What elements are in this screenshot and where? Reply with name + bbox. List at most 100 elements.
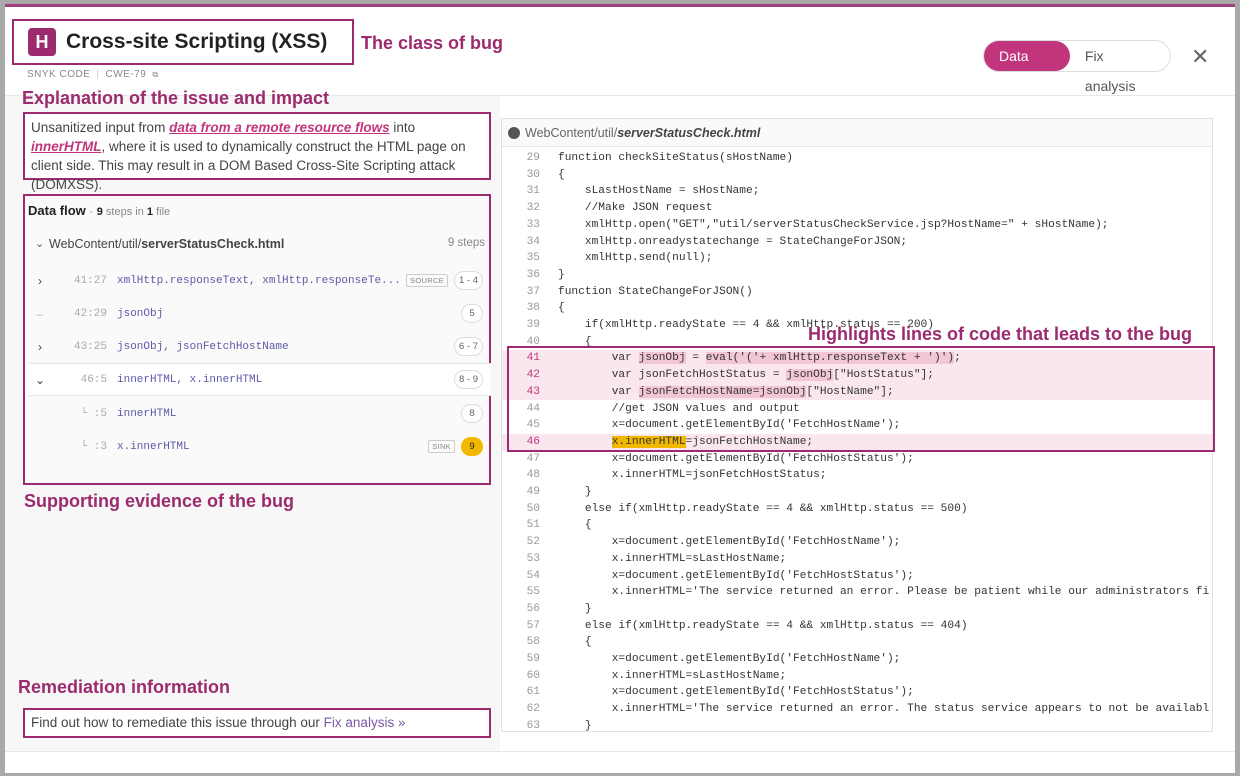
- annotation-remediation: Remediation information: [18, 677, 231, 697]
- line-code: }: [558, 268, 565, 281]
- issue-meta: SNYK CODE | CWE-79 ⧉: [27, 69, 159, 80]
- code-line: 60 x.innerHTML=sLastHostName;: [502, 668, 1212, 685]
- annotation-highlights: Highlights lines of code that leads to t…: [808, 324, 1193, 344]
- file-group-row[interactable]: ⌄ WebContent/util/serverStatusCheck.html…: [35, 237, 485, 251]
- modal-footer: [5, 751, 1235, 773]
- step-code: jsonObj: [117, 307, 164, 320]
- source-tag: SOURCE: [406, 274, 448, 287]
- line-code: else if(xmlHttp.readyState == 4 && xmlHt…: [558, 502, 968, 515]
- line-code: {: [558, 519, 592, 532]
- step-number: 5: [461, 304, 483, 323]
- data-flow-panel: Data flow · 9 steps in 1 file ⌄ WebConte…: [23, 194, 491, 485]
- step-position: └ :3: [80, 440, 107, 453]
- line-number: 61: [526, 686, 540, 699]
- annotation-class-of-bug: The class of bug: [361, 33, 504, 53]
- code-line: 31 sLastHostName = sHostName;: [502, 183, 1212, 200]
- line-number: 52: [526, 536, 540, 549]
- tab-fix-analysis[interactable]: Fix analysis: [1070, 41, 1170, 94]
- step-code: x.innerHTML: [117, 440, 190, 453]
- file-word: file: [156, 206, 171, 218]
- annotation-explanation: Explanation of the issue and impact: [22, 88, 330, 108]
- line-number: 49: [526, 486, 540, 498]
- severity-high-badge: H: [28, 28, 56, 56]
- issue-explanation: Unsanitized input from data from a remot…: [23, 112, 491, 192]
- fix-analysis-link[interactable]: Fix analysis »: [324, 715, 406, 730]
- flow-step[interactable]: – 42:29 jsonObj 5: [29, 297, 491, 330]
- code-line: 57 else if(xmlHttp.readyState == 4 && xm…: [502, 618, 1212, 635]
- line-number: 37: [526, 285, 540, 298]
- code-line: 50 else if(xmlHttp.readyState == 4 && xm…: [502, 501, 1212, 518]
- step-code: innerHTML: [117, 407, 177, 420]
- code-line: 58 {: [502, 634, 1212, 651]
- file-dir: WebContent/util/: [49, 237, 142, 251]
- line-code: x=document.getElementById('FetchHostName…: [558, 536, 901, 549]
- tab-data-flow[interactable]: Data flow: [984, 41, 1070, 94]
- step-number: 8: [461, 404, 483, 423]
- step-code: jsonObj, jsonFetchHostName: [117, 340, 289, 353]
- source-link[interactable]: data from a remote resource flows: [169, 120, 390, 135]
- file-steps-count: 9 steps: [447, 237, 485, 249]
- flow-step[interactable]: › 43:25 jsonObj, jsonFetchHostName 6 - 7: [29, 330, 491, 363]
- line-number: 50: [526, 502, 540, 515]
- file-name: serverStatusCheck.html: [141, 237, 285, 251]
- step-position: 43:25: [73, 340, 107, 353]
- line-number: 30: [526, 168, 540, 181]
- step-number: 8 - 9: [453, 370, 483, 389]
- code-line: 53 x.innerHTML=sLastHostName;: [502, 551, 1212, 568]
- code-file-name: serverStatusCheck.html: [617, 125, 761, 140]
- line-code: x.innerHTML=sLastHostName;: [558, 669, 787, 682]
- code-line: 37 function StateChangeForJSON(): [502, 284, 1212, 301]
- line-number: 34: [526, 235, 540, 248]
- line-number: 29: [526, 152, 540, 164]
- line-number: 62: [526, 703, 540, 716]
- line-code: x=document.getElementById('FetchHostName…: [558, 653, 901, 665]
- flow-substep[interactable]: └ :5 innerHTML 8: [29, 397, 491, 430]
- code-line: 62 x.innerHTML='The service returned an …: [502, 701, 1212, 718]
- line-code: x=document.getElementById('FetchHostStat…: [558, 569, 914, 582]
- line-number: 56: [526, 602, 540, 615]
- data-flow-dot: ·: [89, 206, 94, 218]
- flow-step-selected[interactable]: ⌄ 46:5 innerHTML, x.innerHTML 8 - 9: [29, 363, 491, 396]
- code-line: 61 x=document.getElementById('FetchHostS…: [502, 684, 1212, 701]
- line-number: 32: [526, 202, 540, 215]
- explanation-mid: into: [389, 120, 416, 135]
- line-code: x.innerHTML='The service returned an err…: [558, 586, 1210, 599]
- flow-step[interactable]: › 41:27 xmlHttp.responseText, xmlHttp.re…: [29, 264, 491, 297]
- code-line: 36}: [502, 267, 1212, 284]
- data-flow-title: Data flow: [28, 203, 86, 218]
- step-position: 41:27: [73, 274, 107, 287]
- step-number: 6 - 7: [453, 337, 483, 356]
- line-code: }: [558, 602, 592, 615]
- line-number: 47: [526, 452, 540, 465]
- dash-icon: –: [36, 306, 44, 321]
- line-number: 59: [526, 653, 540, 665]
- code-line: 38 {: [502, 300, 1212, 317]
- cwe-link[interactable]: CWE-79: [106, 69, 147, 80]
- line-code: function StateChangeForJSON(): [558, 285, 753, 298]
- line-number: 31: [526, 185, 540, 198]
- step-number-sink: 9: [461, 437, 483, 456]
- sink-link[interactable]: innerHTML: [31, 139, 102, 154]
- flow-substep[interactable]: └ :3 x.innerHTML SINK 9: [29, 430, 491, 463]
- code-line: 52 x=document.getElementById('FetchHostN…: [502, 534, 1212, 551]
- code-line: 48 x.innerHTML=jsonFetchHostStatus;: [502, 467, 1212, 484]
- file-count: 1: [146, 206, 154, 218]
- github-icon: [508, 126, 520, 139]
- data-flow-header: Data flow · 9 steps in 1 file: [28, 203, 170, 218]
- code-line: 34 xmlHttp.onreadystatechange = StateCha…: [502, 234, 1212, 251]
- chevron-right-icon: ›: [38, 339, 42, 354]
- line-code: xmlHttp.send(null);: [558, 252, 713, 265]
- meta-source: SNYK CODE: [27, 69, 91, 80]
- line-number: 33: [526, 218, 540, 231]
- close-icon[interactable]: ✕: [1191, 44, 1209, 70]
- line-code: {: [558, 302, 565, 315]
- line-code: x=document.getElementById('FetchHostStat…: [558, 686, 914, 699]
- code-line: 30 {: [502, 167, 1212, 184]
- line-number: 60: [526, 669, 540, 682]
- line-code: x.innerHTML='The service returned an err…: [558, 703, 1210, 716]
- issue-title-box: H Cross-site Scripting (XSS): [12, 19, 354, 65]
- code-line: 55 x.innerHTML='The service returned an …: [502, 584, 1212, 601]
- explanation-pre: Unsanitized input from: [31, 120, 170, 135]
- step-number: 1 - 4: [453, 271, 483, 290]
- line-number: 38: [526, 302, 540, 315]
